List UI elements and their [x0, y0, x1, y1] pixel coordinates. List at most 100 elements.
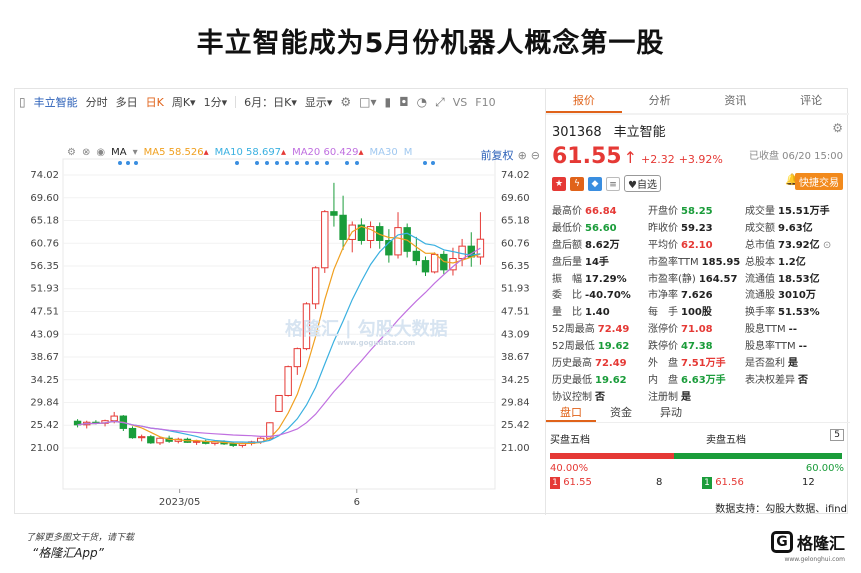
close-icon[interactable]: ⊗: [82, 147, 90, 158]
candle-body: [110, 415, 118, 422]
app-name: “格隆汇App”: [32, 546, 104, 560]
quick-trade-button[interactable]: 快捷交易: [795, 173, 843, 190]
sell-ratio-bar: [674, 453, 842, 459]
quote-label: 表决权差异: [745, 374, 795, 386]
margin-icon: ϟ: [570, 176, 584, 191]
tab-news[interactable]: 资讯: [698, 89, 774, 113]
quote-value: 71.08: [681, 324, 713, 336]
settings-icon[interactable]: ⚙: [340, 95, 351, 109]
ma10-label: MA10 58.697▴: [215, 147, 286, 158]
buy-level-badge: 1: [550, 477, 560, 489]
f10-button[interactable]: F10: [475, 96, 495, 109]
ma-extra-label: M: [403, 147, 413, 158]
kline-chart[interactable]: 74.02 74.02 69.60 69.60 65.18 65.18 60.76 60.76…: [15, 115, 545, 515]
quote-value: 59.23: [681, 222, 713, 234]
quote-cell: 外 盘 7.51万手: [648, 354, 726, 369]
quote-value: --: [788, 324, 797, 336]
heart-icon: ♥: [628, 180, 637, 191]
add-watchlist-button[interactable]: ♥自选: [624, 175, 661, 192]
zoom-out-icon[interactable]: ⊖: [531, 149, 540, 162]
tab-minute[interactable]: 1分▾: [204, 94, 228, 110]
quote-label: 换手率: [745, 307, 775, 319]
triangle-up-icon: ▴: [203, 147, 209, 158]
quote-cell: 盘后额 8.62万: [552, 236, 620, 251]
camera-icon[interactable]: ◘: [399, 95, 409, 109]
buy-level: 1 61.55: [550, 477, 592, 489]
quote-tabs: 报价 分析 资讯 评论: [546, 89, 849, 115]
panel-toggle-icon[interactable]: ▯: [19, 95, 26, 109]
quote-cell: 流通值 18.53亿: [745, 270, 820, 285]
event-dot: [431, 161, 435, 165]
quote-cell: 表决权差异否: [745, 371, 808, 386]
tab-weekly-k[interactable]: 周K▾: [172, 94, 196, 110]
triangle-up-icon: ▴: [281, 147, 287, 158]
event-dot: [345, 161, 349, 165]
tab-fund-flow[interactable]: 资金: [596, 403, 646, 422]
y-tick-right: 21.00: [501, 443, 530, 454]
quote-cell: 总股本 1.2亿: [745, 253, 806, 268]
event-dot: [423, 161, 427, 165]
quote-value: 47.38: [681, 341, 713, 353]
quote-label: 最高价: [552, 206, 582, 217]
quote-value: 72.49: [595, 358, 627, 370]
quote-value: 56.60: [585, 222, 617, 234]
quote-label: 总股本: [745, 256, 775, 268]
tab-daily-k[interactable]: 日K: [146, 94, 164, 110]
draw-tool-icon[interactable]: □▾: [359, 95, 376, 109]
quote-label: 协议控制: [552, 391, 592, 403]
quote-cell: 52周最高 72.49: [552, 320, 629, 335]
display-menu[interactable]: 显示▾: [305, 94, 333, 110]
ma-label[interactable]: MA: [111, 147, 126, 158]
watchlist-label: 自选: [636, 180, 657, 191]
event-dot: [355, 161, 359, 165]
candle-body: [137, 436, 146, 439]
zoom-in-icon[interactable]: ⊕: [518, 149, 527, 162]
range-select[interactable]: 6月：日K▾: [244, 94, 297, 110]
ma30-label: MA30: [369, 147, 398, 158]
quote-value: 17.29%: [585, 273, 627, 285]
buy-qty: 8: [656, 477, 663, 488]
tab-comments[interactable]: 评论: [773, 89, 849, 113]
depth-count[interactable]: 5: [830, 429, 844, 441]
quote-value: 7.626: [681, 290, 713, 302]
y-tick-right: 25.42: [501, 420, 530, 431]
quote-label: 52周最低: [552, 341, 595, 353]
layout-icon[interactable]: ▮: [385, 95, 392, 109]
tab-movement[interactable]: 异动: [646, 403, 696, 422]
quote-panel: 报价 分析 资讯 评论 301368 丰立智能 61.55 ↑ +2.32 +3.…: [545, 89, 850, 515]
eye-icon[interactable]: ◉: [96, 147, 105, 158]
clock-icon[interactable]: ◔: [417, 95, 427, 109]
footer: 数据支持：勾股大数据、ifind 了解更多图文干货，请下载 “格隆汇App” G…: [0, 504, 861, 573]
fq-toggle[interactable]: 前复权: [481, 147, 514, 163]
ma10-name: MA10: [214, 147, 243, 158]
tab-multiday[interactable]: 多日: [116, 94, 138, 110]
y-tick-left: 65.18: [30, 216, 59, 227]
ma5-value: 58.526: [168, 147, 204, 158]
y-tick-right: 74.02: [501, 170, 530, 181]
candle-body: [192, 440, 201, 443]
quote-value: 58.25: [681, 206, 713, 217]
quote-cell: 股息TTM --: [745, 320, 797, 335]
orderbook-tabs: 盘口 资金 异动: [546, 403, 850, 423]
vs-button[interactable]: VS: [453, 96, 468, 109]
ma20-name: MA20: [292, 147, 321, 158]
market-status: 已收盘 06/20 15:00: [749, 151, 843, 162]
stock-name-tab[interactable]: 丰立智能: [34, 94, 78, 110]
note-icon[interactable]: ≡: [606, 176, 620, 191]
tab-intraday[interactable]: 分时: [86, 94, 108, 110]
tab-quote[interactable]: 报价: [546, 89, 622, 113]
settings-icon[interactable]: ⚙: [67, 147, 76, 158]
quote-row: 历史最高 72.49 外 盘 7.51万手 是否盈利是: [546, 354, 849, 371]
quote-label: 开盘价: [648, 206, 678, 217]
quote-label: 历史最高: [552, 358, 592, 370]
tab-analysis[interactable]: 分析: [622, 89, 698, 113]
kline-svg: 74.02 74.02 69.60 69.60 65.18 65.18 60.76 60.76…: [30, 158, 530, 508]
y-tick-right: 38.67: [501, 352, 530, 363]
quote-value: 62.10: [681, 239, 713, 251]
fullscreen-icon[interactable]: ⤢: [435, 95, 445, 110]
gear-icon[interactable]: ⚙: [832, 121, 843, 135]
expand-icon[interactable]: ⊙: [820, 240, 831, 251]
tab-orderbook[interactable]: 盘口: [546, 403, 596, 422]
candle-body: [321, 211, 329, 269]
headline: 丰立智能成为5月份机器人概念第一股: [196, 27, 665, 59]
